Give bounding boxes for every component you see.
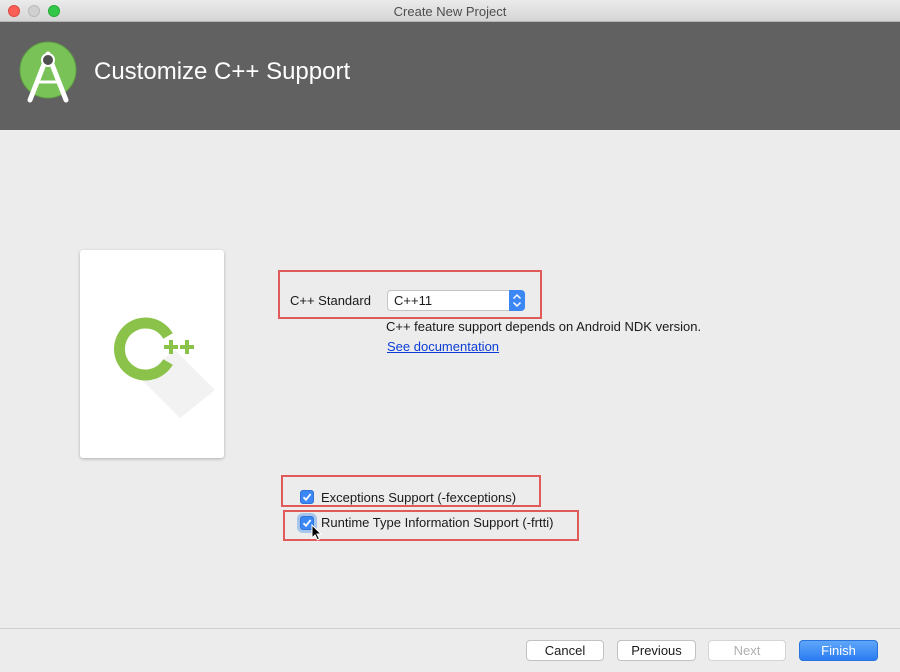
rtti-support-label[interactable]: Runtime Type Information Support (-frtti… xyxy=(321,515,553,530)
finish-button[interactable]: Finish xyxy=(799,640,878,661)
cpp-standard-label: C++ Standard xyxy=(290,293,371,308)
see-documentation-link[interactable]: See documentation xyxy=(387,339,499,354)
cpp-template-card xyxy=(80,250,224,458)
android-studio-logo-icon xyxy=(18,40,80,106)
next-button[interactable]: Next xyxy=(708,640,786,661)
previous-button[interactable]: Previous xyxy=(617,640,696,661)
cpp-standard-value: C++11 xyxy=(394,293,433,308)
mouse-cursor-icon xyxy=(311,523,323,546)
page-title: Customize C++ Support xyxy=(94,58,351,85)
window-title: Create New Project xyxy=(393,4,507,19)
ndk-version-note: C++ feature support depends on Android N… xyxy=(386,319,702,334)
exceptions-support-label[interactable]: Exceptions Support (-fexceptions) xyxy=(321,490,516,505)
checkmark-icon xyxy=(302,493,312,502)
window-titlebar: Create New Project xyxy=(0,0,900,22)
cancel-button[interactable]: Cancel xyxy=(526,640,604,661)
footer-separator xyxy=(0,628,900,629)
cpp-standard-select[interactable]: C++11 xyxy=(387,290,525,311)
updown-arrows-icon[interactable] xyxy=(509,290,525,311)
cpp-logo-icon xyxy=(114,317,215,418)
wizard-header: Customize C++ Support xyxy=(0,22,900,130)
exceptions-support-checkbox[interactable] xyxy=(300,490,314,504)
